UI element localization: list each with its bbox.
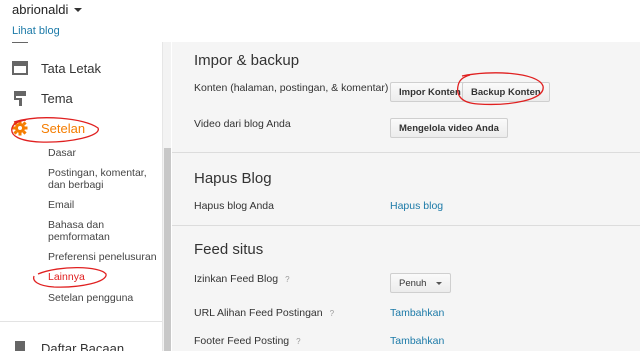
blog-switcher[interactable]: abrionaldi bbox=[12, 2, 83, 17]
section-title-feed: Feed situs bbox=[194, 241, 264, 258]
help-icon[interactable]: ? bbox=[330, 309, 334, 318]
sidebar-item-label: Tata Letak bbox=[41, 60, 101, 76]
content-label: Konten (halaman, postingan, & komentar) bbox=[194, 82, 389, 94]
partial-nav-icon bbox=[12, 42, 28, 48]
layout-icon bbox=[12, 60, 28, 76]
feed-redirect-label-text: URL Alihan Feed Postingan bbox=[194, 307, 323, 319]
feed-redirect-label: URL Alihan Feed Postingan? bbox=[194, 307, 334, 319]
help-icon[interactable]: ? bbox=[285, 275, 289, 284]
section-title-import-backup: Impor & backup bbox=[194, 52, 300, 69]
sidebar-item-layout[interactable]: Tata Letak bbox=[0, 58, 101, 78]
gear-icon bbox=[12, 120, 28, 136]
section-title-delete-blog: Hapus Blog bbox=[194, 170, 272, 187]
settings-sub-language[interactable]: Bahasa dan pemformatan bbox=[48, 219, 160, 243]
delete-blog-link[interactable]: Hapus blog bbox=[390, 200, 443, 212]
section-divider bbox=[172, 152, 640, 153]
sidebar: Tata Letak Tema Setelan Dasar Postingan,… bbox=[0, 42, 165, 351]
settings-sub-search[interactable]: Preferensi penelusuran bbox=[48, 251, 160, 263]
feed-footer-label: Footer Feed Posting? bbox=[194, 335, 301, 347]
allow-feed-label-text: Izinkan Feed Blog bbox=[194, 273, 279, 285]
feed-redirect-add-link[interactable]: Tambahkan bbox=[390, 307, 444, 319]
delete-blog-label: Hapus blog Anda bbox=[194, 200, 274, 212]
settings-sub-email[interactable]: Email bbox=[48, 199, 160, 211]
sidebar-scrollbar[interactable] bbox=[162, 42, 171, 351]
scrollbar-thumb[interactable] bbox=[164, 148, 171, 351]
settings-sub-posts-comments[interactable]: Postingan, komentar, dan berbagi bbox=[48, 167, 160, 191]
view-blog-link[interactable]: Lihat blog bbox=[12, 25, 60, 37]
video-label: Video dari blog Anda bbox=[194, 118, 291, 130]
import-content-button[interactable]: Impor Konten bbox=[390, 82, 470, 102]
sidebar-item-settings[interactable]: Setelan bbox=[0, 118, 85, 138]
dropdown-caret-icon bbox=[436, 281, 443, 285]
paint-roller-icon bbox=[12, 90, 28, 106]
backup-content-button[interactable]: Backup Konten bbox=[462, 82, 550, 102]
settings-sub-other[interactable]: Lainnya bbox=[48, 271, 160, 283]
feed-footer-add-link[interactable]: Tambahkan bbox=[390, 335, 444, 347]
feed-type-select[interactable]: Penuh bbox=[390, 273, 452, 293]
sidebar-item-label: Tema bbox=[41, 90, 73, 106]
feed-type-value: Penuh bbox=[399, 277, 427, 289]
manage-videos-button[interactable]: Mengelola video Anda bbox=[390, 118, 508, 138]
bookmark-icon bbox=[12, 340, 28, 351]
sidebar-item-label: Setelan bbox=[41, 120, 86, 136]
sidebar-divider bbox=[0, 321, 162, 322]
settings-sub-users[interactable]: Setelan pengguna bbox=[48, 292, 160, 304]
sidebar-item-label: Daftar Bacaan bbox=[41, 340, 125, 351]
section-divider bbox=[172, 225, 640, 226]
sidebar-item-reading-list[interactable]: Daftar Bacaan bbox=[0, 338, 124, 351]
sidebar-item-theme[interactable]: Tema bbox=[0, 88, 73, 108]
settings-main: Impor & backup Konten (halaman, postinga… bbox=[172, 42, 640, 351]
settings-sub-basic[interactable]: Dasar bbox=[48, 147, 160, 159]
top-bar: abrionaldi Lihat blog bbox=[0, 0, 640, 42]
blog-name: abrionaldi bbox=[12, 2, 69, 17]
allow-feed-label: Izinkan Feed Blog? bbox=[194, 273, 290, 285]
caret-down-icon bbox=[74, 7, 83, 12]
help-icon[interactable]: ? bbox=[296, 337, 300, 346]
feed-footer-label-text: Footer Feed Posting bbox=[194, 335, 290, 347]
blogger-settings-page: abrionaldi Lihat blog Tata Letak Tema Se… bbox=[0, 0, 640, 351]
